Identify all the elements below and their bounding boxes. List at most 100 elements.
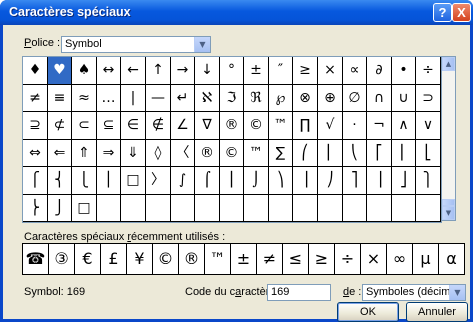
- recent-char-cell[interactable]: ☎: [22, 243, 49, 275]
- recent-char-cell[interactable]: α: [438, 243, 465, 275]
- symbol-cell[interactable]: ∅: [343, 85, 367, 112]
- recent-char-cell[interactable]: ©: [152, 243, 179, 275]
- recent-char-cell[interactable]: µ: [412, 243, 439, 275]
- symbol-cell[interactable]: °: [220, 57, 244, 85]
- symbol-cell[interactable]: ≠: [23, 85, 48, 112]
- recent-char-cell[interactable]: ®: [178, 243, 205, 275]
- symbol-cell[interactable]: —: [146, 85, 171, 112]
- symbol-cell[interactable]: ℑ: [220, 85, 244, 112]
- symbol-cell[interactable]: ⋅: [343, 112, 367, 140]
- symbol-cell[interactable]: ♠: [72, 57, 97, 85]
- symbol-cell[interactable]: ∇: [195, 112, 220, 140]
- symbol-cell[interactable]: ©: [220, 140, 244, 167]
- recent-char-cell[interactable]: ¥: [126, 243, 153, 275]
- symbol-cell[interactable]: ∨: [416, 112, 441, 140]
- symbol-cell[interactable]: ⊄: [48, 112, 72, 140]
- symbol-cell[interactable]: [195, 195, 220, 222]
- symbol-cell[interactable]: ⇒: [97, 140, 121, 167]
- symbol-cell[interactable]: ©: [244, 112, 269, 140]
- symbol-cell[interactable]: ←: [121, 57, 146, 85]
- format-select[interactable]: Symboles (décimal) ▼: [362, 284, 466, 301]
- recent-char-cell[interactable]: ③: [48, 243, 75, 275]
- symbol-cell[interactable]: ⎦: [392, 167, 416, 195]
- symbol-cell[interactable]: ⎮: [220, 167, 244, 195]
- symbol-cell[interactable]: [416, 195, 441, 222]
- symbol-cell[interactable]: ®: [220, 112, 244, 140]
- grid-scrollbar[interactable]: ▲ ▼: [441, 56, 456, 221]
- help-button[interactable]: ?: [433, 3, 452, 22]
- recent-char-cell[interactable]: ∞: [386, 243, 413, 275]
- symbol-cell[interactable]: 〈: [171, 140, 195, 167]
- symbol-cell[interactable]: ⎢: [392, 140, 416, 167]
- symbol-cell[interactable]: |: [121, 85, 146, 112]
- recent-char-cell[interactable]: ≠: [256, 243, 283, 275]
- symbol-cell[interactable]: ↓: [195, 57, 220, 85]
- symbol-cell[interactable]: ∈: [121, 112, 146, 140]
- close-button[interactable]: X: [452, 3, 471, 22]
- symbol-cell[interactable]: ∑: [269, 140, 293, 167]
- recent-char-cell[interactable]: ™: [204, 243, 231, 275]
- symbol-cell[interactable]: ÷: [416, 57, 441, 85]
- symbol-cell[interactable]: 〉: [146, 167, 171, 195]
- symbol-cell[interactable]: ×: [318, 57, 343, 85]
- symbol-cell[interactable]: ↵: [171, 85, 195, 112]
- symbol-cell[interactable]: ⎨: [48, 167, 72, 195]
- symbol-cell[interactable]: √: [318, 112, 343, 140]
- symbol-cell[interactable]: □: [72, 195, 97, 222]
- symbol-cell[interactable]: ⎭: [48, 195, 72, 222]
- symbol-cell[interactable]: ◊: [146, 140, 171, 167]
- symbol-cell[interactable]: ℵ: [195, 85, 220, 112]
- symbol-cell[interactable]: ♥: [48, 57, 72, 85]
- symbol-cell[interactable]: →: [171, 57, 195, 85]
- symbol-cell[interactable]: ⎞: [269, 167, 293, 195]
- symbol-cell[interactable]: ⇓: [121, 140, 146, 167]
- symbol-cell[interactable]: ∝: [343, 57, 367, 85]
- recent-char-cell[interactable]: €: [74, 243, 101, 275]
- symbol-cell[interactable]: ⊃: [416, 85, 441, 112]
- symbol-cell[interactable]: ⎠: [318, 167, 343, 195]
- symbol-cell[interactable]: ⎤: [343, 167, 367, 195]
- symbol-cell[interactable]: ⌠: [195, 167, 220, 195]
- symbol-cell[interactable]: [146, 195, 171, 222]
- symbol-cell[interactable]: ™: [269, 112, 293, 140]
- symbol-cell[interactable]: [367, 195, 392, 222]
- symbol-cell[interactable]: ⊇: [23, 112, 48, 140]
- cancel-button[interactable]: Annuler: [406, 302, 468, 322]
- recent-char-cell[interactable]: £: [100, 243, 127, 275]
- symbol-cell[interactable]: ⎪: [97, 167, 121, 195]
- code-input[interactable]: 169: [267, 284, 331, 301]
- symbol-cell[interactable]: ™: [244, 140, 269, 167]
- symbol-cell[interactable]: ∉: [146, 112, 171, 140]
- symbol-cell[interactable]: ⎩: [72, 167, 97, 195]
- symbol-cell[interactable]: ℜ: [244, 85, 269, 112]
- symbol-cell[interactable]: [343, 195, 367, 222]
- symbol-cell[interactable]: ⇔: [23, 140, 48, 167]
- scroll-up-icon[interactable]: ▲: [442, 57, 455, 71]
- symbol-cell[interactable]: ⇐: [48, 140, 72, 167]
- symbol-cell[interactable]: [171, 195, 195, 222]
- symbol-cell[interactable]: [269, 195, 293, 222]
- symbol-cell[interactable]: [97, 195, 121, 222]
- symbol-cell[interactable]: ±: [244, 57, 269, 85]
- symbol-cell[interactable]: ∧: [392, 112, 416, 140]
- symbol-cell[interactable]: ♦: [23, 57, 48, 85]
- symbol-cell[interactable]: ↑: [146, 57, 171, 85]
- symbol-cell[interactable]: ⎡: [367, 140, 392, 167]
- ok-button[interactable]: OK: [337, 302, 399, 322]
- symbol-cell[interactable]: ⎛: [293, 140, 318, 167]
- symbol-cell[interactable]: ®: [195, 140, 220, 167]
- symbol-cell[interactable]: [392, 195, 416, 222]
- symbol-cell[interactable]: ∫: [171, 167, 195, 195]
- scroll-down-icon[interactable]: ▼: [442, 206, 455, 220]
- symbol-cell[interactable]: ∏: [293, 112, 318, 140]
- symbol-cell[interactable]: [220, 195, 244, 222]
- symbol-cell[interactable]: ≈: [72, 85, 97, 112]
- symbol-cell[interactable]: [121, 195, 146, 222]
- symbol-cell[interactable]: ∠: [171, 112, 195, 140]
- symbol-cell[interactable]: [293, 195, 318, 222]
- symbol-cell[interactable]: ≡: [48, 85, 72, 112]
- character-grid[interactable]: ♦ ♥ ♠ ↔ ← ↑ → ↓ ° ± ″ ≥ × ∝ ∂ • ÷ ≠ ≡ ≈… | — ↵ ℵ ℑ ℜ ℘ ⊗ ⊕ ∅ ∩ ∪ ⊃ ⊇ ⊄ ⊂ ⊆ ∈ ∉…: [22, 56, 442, 223]
- symbol-cell[interactable]: ≥: [293, 57, 318, 85]
- symbol-cell[interactable]: ⊆: [97, 112, 121, 140]
- symbol-cell[interactable]: ⊗: [293, 85, 318, 112]
